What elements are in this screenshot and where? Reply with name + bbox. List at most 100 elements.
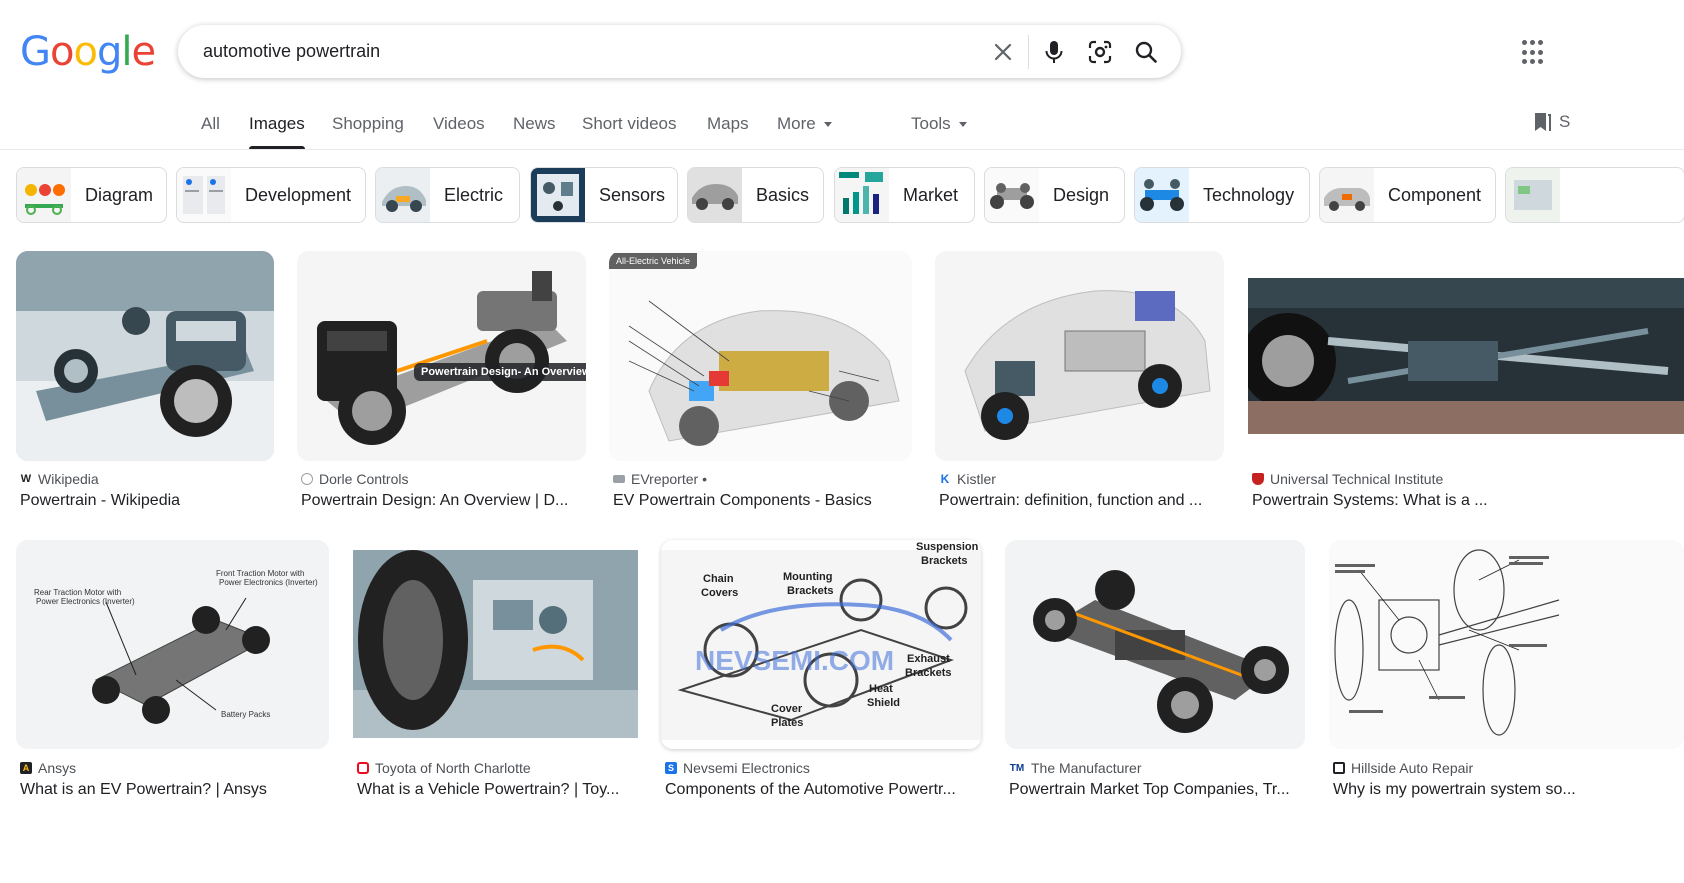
diagram-label: Heat [869,683,893,695]
image-result[interactable]: Universal Technical Institute Powertrain… [1248,251,1684,521]
source-name: Ansys [38,760,77,776]
nevsemi-favicon-icon: S [665,762,677,774]
apps-grid-icon[interactable] [1522,40,1548,66]
result-title[interactable]: What is an EV Powertrain? | Ansys [20,781,329,799]
site-favicon-icon [613,475,625,483]
result-title[interactable]: EV Powertrain Components - Basics [613,492,912,510]
result-thumbnail[interactable]: Rear Traction Motor with Power Electroni… [16,540,329,749]
diagram-label: Brackets [905,667,951,679]
image-result[interactable]: NEVSEMI.COM Suspension Brackets Chain Co… [661,540,981,810]
image-result[interactable]: TM The Manufacturer Powertrain Market Top… [1005,540,1305,810]
search-input[interactable] [178,25,980,78]
chip-more[interactable] [1505,167,1684,223]
image-result[interactable]: Hillside Auto Repair Why is my powertrai… [1329,540,1684,810]
source-name: Wikipedia [38,471,99,487]
chip-design[interactable]: Design [984,167,1125,223]
chip-thumbnail [835,168,889,222]
frame-diagram: NEVSEMI.COM Suspension Brackets Chain Co… [661,540,981,749]
chip-label: Sensors [599,184,666,205]
search-bar [178,25,1181,78]
ev-diagram [609,251,912,461]
result-thumbnail[interactable] [353,540,638,749]
result-title[interactable]: Powertrain Systems: What is a ... [1252,492,1684,510]
image-result[interactable]: Rear Traction Motor with Power Electroni… [16,540,329,810]
result-thumbnail[interactable] [1248,251,1684,461]
logo-letter: e [131,29,156,75]
diagram-label: Covers [701,587,738,599]
image-result[interactable]: Toyota of North Charlotte What is a Vehi… [353,540,638,810]
chip-label: Electric [444,184,504,205]
tab-more[interactable]: More [777,114,832,134]
chip-thumbnail [177,168,231,222]
chip-thumbnail [531,168,585,222]
wikipedia-favicon-icon: W [20,473,32,485]
source-name: Dorle Controls [319,471,409,487]
source-name: Hillside Auto Repair [1351,760,1474,776]
result-thumbnail[interactable] [1005,540,1305,749]
kistler-favicon-icon: K [940,472,950,486]
chip-label: Component [1388,184,1482,205]
saved-label: S [1559,112,1571,131]
result-title[interactable]: Powertrain Design: An Overview | D... [301,492,586,510]
caret-down-icon [958,122,967,128]
chip-component[interactable]: Component [1319,167,1496,223]
tab-news[interactable]: News [513,114,556,134]
result-thumbnail[interactable]: Powertrain Design- An Overview [297,251,586,461]
result-title[interactable]: Components of the Automotive Powertr... [665,781,981,799]
chip-label: Market [903,184,959,205]
result-title[interactable]: Powertrain - Wikipedia [20,492,274,510]
tab-shopping[interactable]: Shopping [332,114,404,134]
chip-electric[interactable]: Electric [375,167,520,223]
result-thumbnail[interactable]: NEVSEMI.COM Suspension Brackets Chain Co… [661,540,981,749]
close-icon [994,43,1012,60]
image-result[interactable]: K Kistler Powertrain: definition, functio… [935,251,1224,521]
diagram-label: Power Electronics (Inverter) [36,597,135,606]
result-title[interactable]: Why is my powertrain system so... [1333,781,1684,799]
result-thumbnail[interactable] [16,251,274,461]
image-result[interactable]: W Wikipedia Powertrain - Wikipedia [16,251,274,521]
powertrain-photo [353,540,638,749]
chip-label: Design [1053,184,1110,205]
diagram-label: Brackets [787,585,833,597]
lens-search-button[interactable] [1077,25,1123,78]
result-thumbnail[interactable] [1329,540,1684,749]
powertrain-photo [16,251,274,461]
tab-images[interactable]: Images [249,114,305,134]
saved-button[interactable]: S [1533,112,1570,132]
google-logo[interactable]: Google [20,29,156,75]
ansys-favicon-icon: A [20,762,32,774]
chip-development[interactable]: Development [176,167,366,223]
tab-maps[interactable]: Maps [707,114,749,134]
image-result[interactable]: Powertrain Design- An Overview Dorle Con… [297,251,586,521]
diagram-label: Chain [703,573,734,585]
image-badge: All-Electric Vehicle [609,253,698,269]
drivetrain-sketch [1329,540,1684,749]
chip-market[interactable]: Market [834,167,975,223]
result-title[interactable]: Powertrain Market Top Companies, Tr... [1009,781,1305,799]
undercarriage-photo [1248,251,1684,461]
result-thumbnail[interactable] [935,251,1224,461]
tab-short-videos[interactable]: Short videos [582,114,677,134]
active-tab-indicator [249,146,305,149]
tab-videos[interactable]: Videos [433,114,485,134]
search-button[interactable] [1123,25,1169,78]
chip-diagram[interactable]: Diagram [16,167,167,223]
result-thumbnail[interactable]: All-Electric Vehicle [609,251,912,461]
chip-basics[interactable]: Basics [687,167,824,223]
chip-label: Technology [1203,184,1295,205]
diagram-label: Cover [771,703,803,715]
tab-all[interactable]: All [201,114,220,134]
result-source: K Kistler [939,471,996,487]
camera-lens-icon [1088,40,1112,63]
chip-technology[interactable]: Technology [1134,167,1310,223]
chip-thumbnail [1320,168,1374,222]
image-result[interactable]: All-Electric Vehicle EVreporter • EV Pow… [609,251,912,521]
voice-search-button[interactable] [1031,25,1077,78]
result-title[interactable]: What is a Vehicle Powertrain? | Toy... [357,781,638,799]
chip-sensors[interactable]: Sensors [530,167,678,223]
result-title[interactable]: Powertrain: definition, function and ... [939,492,1224,510]
tab-tools[interactable]: Tools [911,114,967,134]
powertrain-photo [935,251,1224,461]
clear-button[interactable] [980,25,1026,78]
diagram-label: Rear Traction Motor with [34,588,121,597]
